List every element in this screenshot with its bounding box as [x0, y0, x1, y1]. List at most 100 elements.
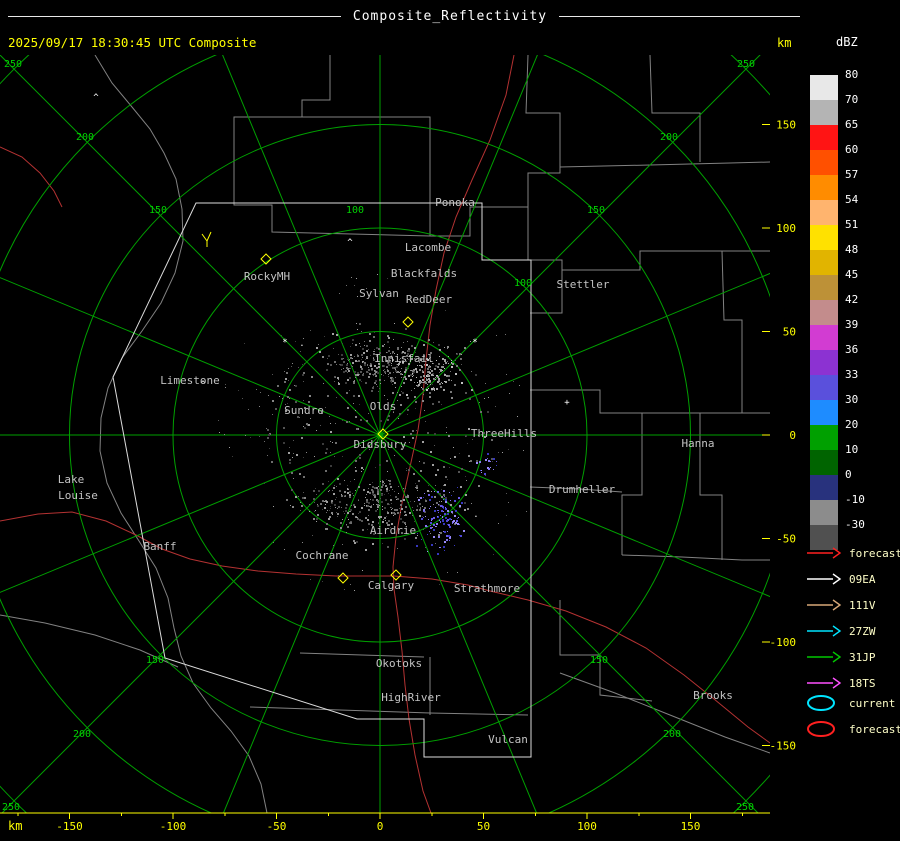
colorbar-value-label: 30	[845, 393, 859, 406]
ring-distance-label: 250	[4, 59, 22, 70]
window-title: Composite_Reflectivity	[352, 8, 548, 24]
bottom-axis-unit-label: km	[8, 819, 23, 833]
colorbar-value-label: 20	[845, 418, 859, 431]
colorbar-value-label: 39	[845, 318, 859, 331]
bottom-axis-tick-label: -100	[160, 820, 187, 833]
city-label: Drumheller	[549, 483, 616, 496]
city-label: Ponoka	[435, 196, 475, 209]
point-marker-glyph: ^	[93, 93, 99, 103]
city-label: Didsbury	[354, 438, 407, 451]
colorbar-value-label: 10	[845, 443, 859, 456]
city-label: RedDeer	[406, 293, 453, 306]
colorbar-swatch-57	[810, 175, 838, 200]
right-axis-tick-label: 50	[783, 326, 796, 339]
legend-ellipse-icon	[807, 721, 835, 737]
colorbar-swatch-20	[810, 425, 838, 450]
city-label: Limestone	[160, 374, 220, 387]
right-axis-tick-label: 0	[789, 429, 796, 442]
right-axis-tick-label: -150	[770, 740, 797, 753]
bottom-axis-tick-label: 50	[477, 820, 490, 833]
colorbar-value-label: 36	[845, 343, 859, 356]
legend-arrow-icon	[807, 651, 842, 663]
legend-item-31JP: 31JP	[806, 648, 876, 666]
legend-arrow-icon	[807, 677, 842, 689]
ring-distance-label: 150	[149, 205, 167, 216]
radar-coverage-outline	[112, 202, 532, 758]
colorbar-swatch-51	[810, 225, 838, 250]
city-label: ThreeHills	[471, 427, 537, 440]
city-label: Olds	[370, 400, 397, 413]
product-timestamp: 2025/09/17 18:30:45 UTC Composite	[8, 35, 257, 50]
ring-distance-label: 150	[146, 655, 164, 666]
city-label: Vulcan	[488, 733, 528, 746]
radar-site-diamond-icon	[402, 316, 414, 328]
city-label: Lake	[58, 473, 85, 486]
legend-item-current: current	[806, 694, 895, 712]
bottom-axis-tick-label: 0	[377, 820, 384, 833]
colorbar-value-label: 65	[845, 118, 859, 131]
colorbar-value-label: 0	[845, 468, 852, 481]
city-label: Stettler	[557, 278, 610, 291]
legend-label: current	[849, 696, 896, 710]
colorbar-value-label: 54	[845, 193, 859, 206]
colorbar-swatch-36	[810, 350, 838, 375]
legend-label: 31JP	[849, 650, 876, 664]
bottom-axis-tick-label: 100	[577, 820, 597, 833]
colorbar-value-label: 42	[845, 293, 859, 306]
city-label: HighRiver	[381, 691, 441, 704]
city-label: Okotoks	[376, 657, 422, 670]
colorbar-swatch-80	[810, 75, 838, 100]
city-label: Blackfalds	[391, 267, 457, 280]
legend-item-18TS: 18TS	[806, 674, 876, 692]
point-marker-glyph: *	[472, 338, 477, 348]
city-label: RockyMH	[244, 270, 290, 283]
ring-distance-label: 200	[663, 729, 681, 740]
legend-label: 18TS	[849, 676, 876, 690]
legend-arrow-icon	[807, 573, 842, 585]
point-marker-glyph: +	[564, 398, 570, 408]
colorbar-value-label: 80	[845, 68, 859, 81]
legend-item-forecast: forecast	[806, 544, 900, 562]
colorbar-value-label: 48	[845, 243, 859, 256]
city-label: Sylvan	[359, 287, 399, 300]
titlebar: Composite_Reflectivity	[0, 8, 900, 24]
colorbar-swatch-10	[810, 450, 838, 475]
ring-distance-label: 250	[737, 59, 755, 70]
colorbar-value-label: 70	[845, 93, 859, 106]
legend-item-09EA: 09EA	[806, 570, 876, 588]
colorbar-swatch-65	[810, 125, 838, 150]
ring-distance-label: 100	[346, 205, 364, 216]
ring-distance-label: 250	[2, 802, 20, 813]
wind-marker-icon	[201, 231, 212, 247]
scale-panel: dBZ 80 70 65 60 57 54 51 48 45 42 39 36 33 30 20 10 0 -10…	[800, 0, 900, 841]
city-label: Calgary	[368, 579, 415, 592]
colorbar-value-label: 57	[845, 168, 859, 181]
city-label: Cochrane	[296, 549, 349, 562]
radar-viewer-window: Composite_Reflectivity 2025/09/17 18:30:…	[0, 0, 900, 841]
ring-distance-label: 200	[660, 132, 678, 143]
city-label: Hanna	[681, 437, 714, 450]
bottom-axis-tick-label: -150	[56, 820, 83, 833]
legend-label: 09EA	[849, 572, 876, 586]
legend-arrow-icon	[807, 547, 842, 559]
legend-item-27ZW: 27ZW	[806, 622, 876, 640]
colorbar-value-label: -30	[845, 518, 865, 531]
point-marker-glyph: .	[299, 339, 304, 349]
legend-label: forecast	[849, 722, 900, 736]
point-marker-glyph: ^	[347, 238, 353, 248]
point-marker-glyph: .	[473, 510, 478, 520]
colorbar-value-label: 51	[845, 218, 859, 231]
legend-label: 111V	[849, 598, 876, 612]
radar-map-display[interactable]: * *+^^^..25020015025020015010010015020025…	[0, 55, 770, 813]
colorbar-swatch-42	[810, 300, 838, 325]
colorbar-swatch-33	[810, 375, 838, 400]
colorbar-swatch-60	[810, 150, 838, 175]
colorbar-swatch-0	[810, 475, 838, 500]
colorbar-swatch-39	[810, 325, 838, 350]
right-axis-tick-label: -50	[776, 533, 796, 546]
legend-item-forecast: forecast	[806, 720, 900, 738]
legend-ellipse-icon	[807, 695, 835, 711]
colorbar-swatch-30	[810, 400, 838, 425]
bottom-axis-tick-label: -50	[267, 820, 287, 833]
ring-distance-label: 200	[76, 132, 94, 143]
